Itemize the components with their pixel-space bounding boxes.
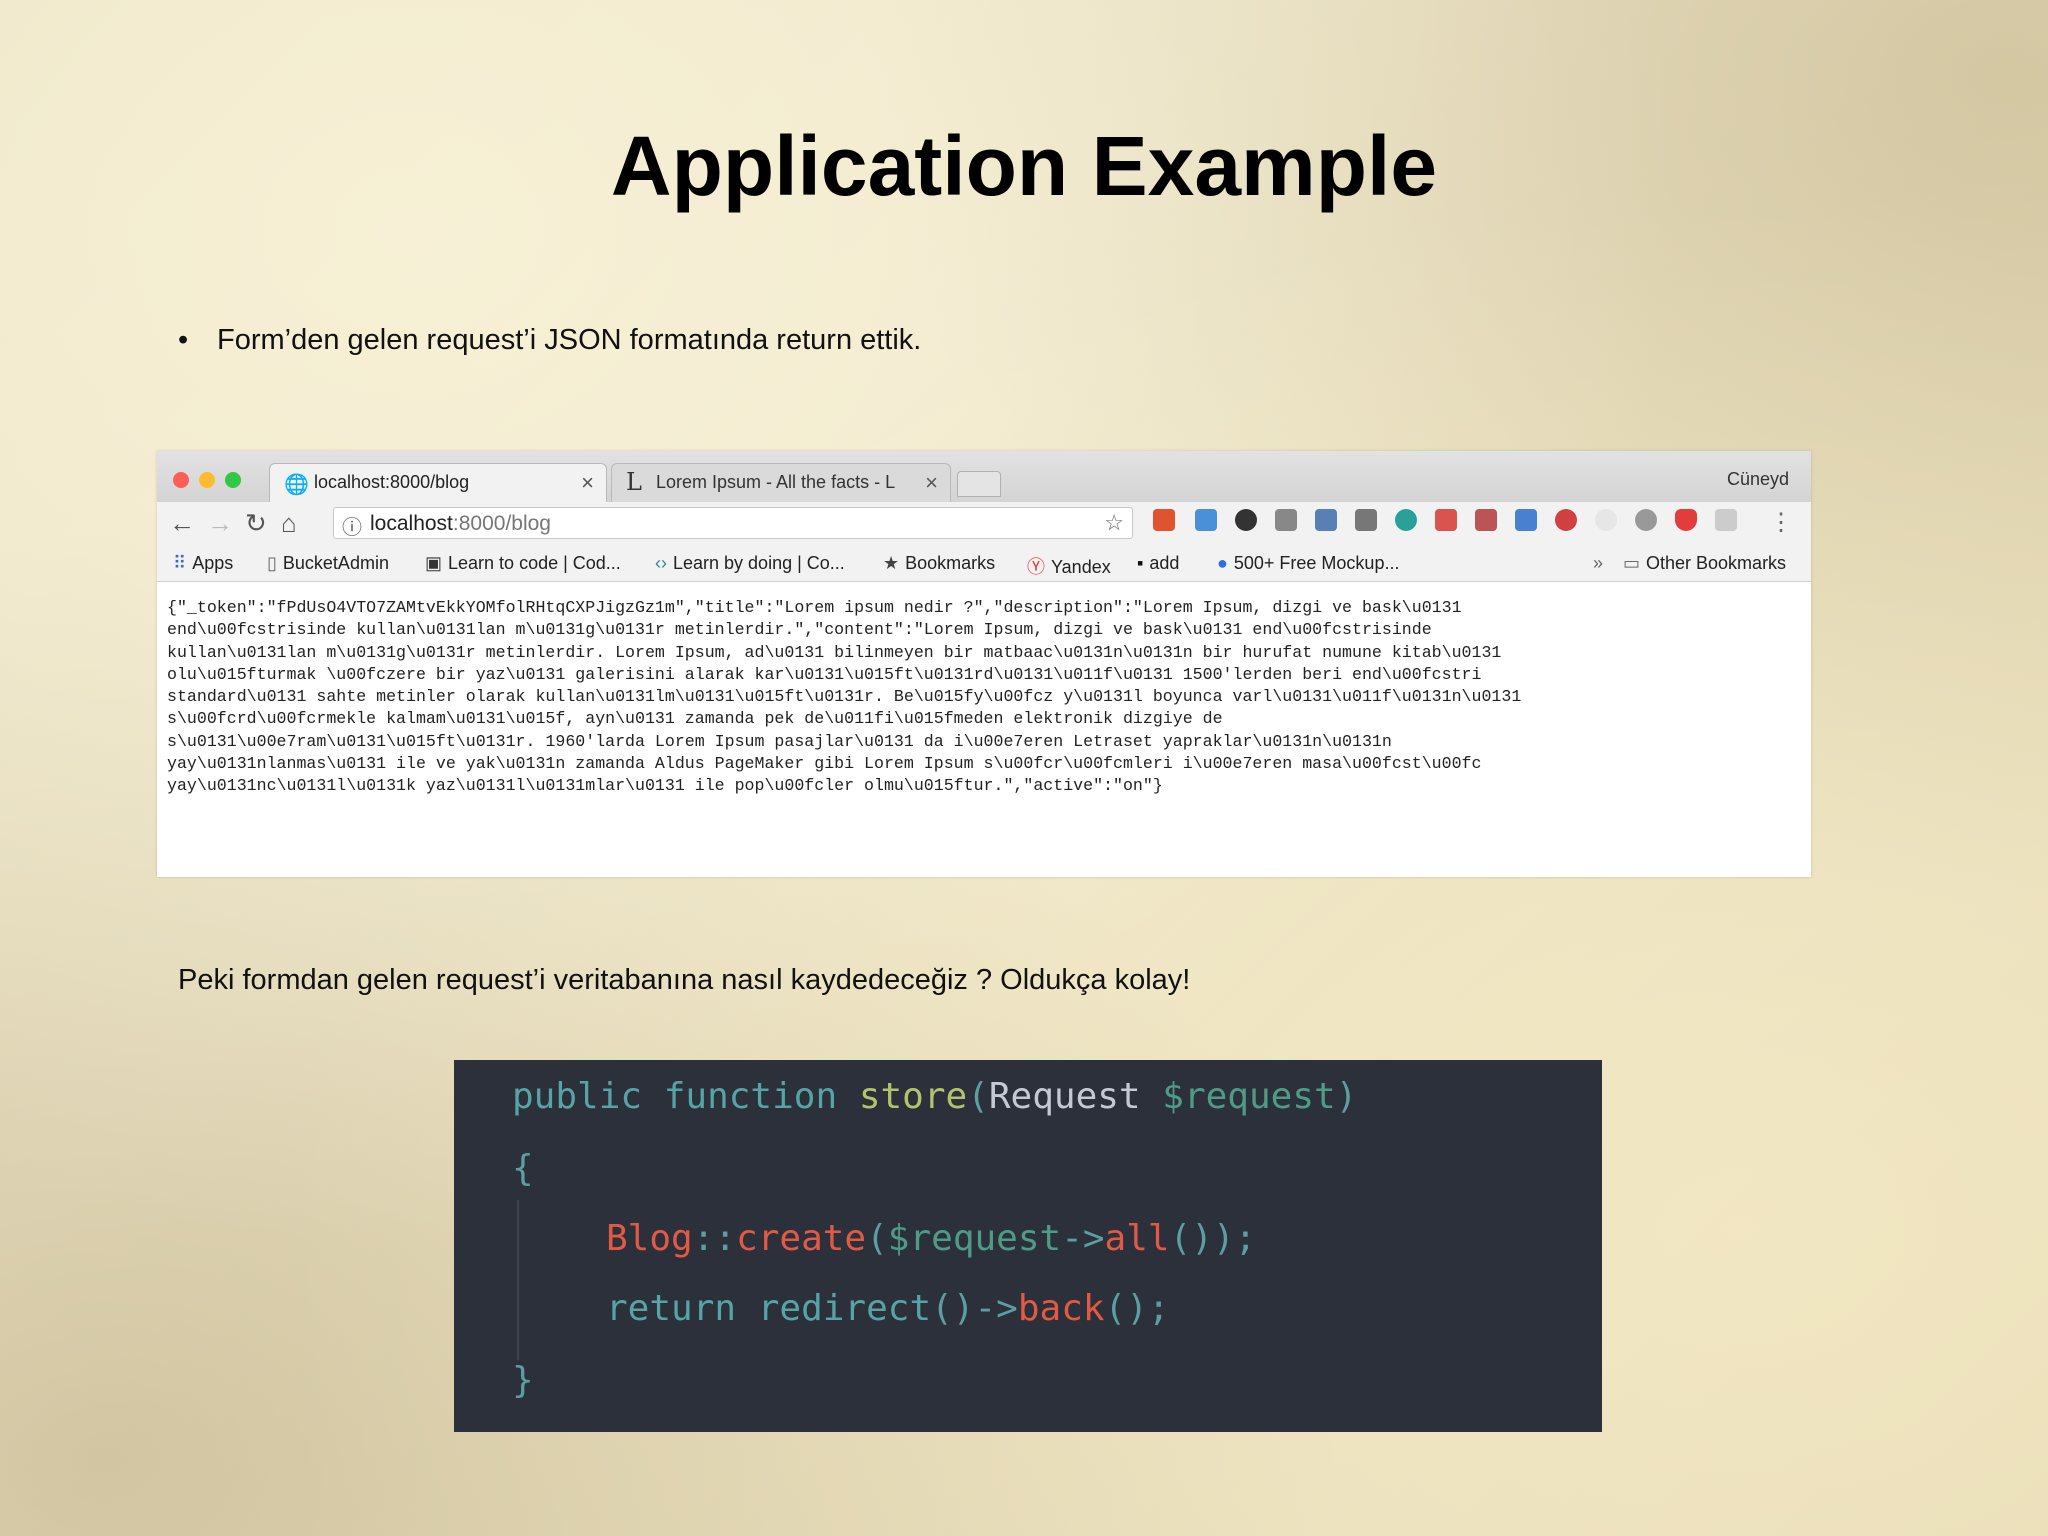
bookmark-learn-by-doing[interactable]: ‹› Learn by doing | Co...: [655, 553, 845, 574]
reload-icon[interactable]: ↻: [245, 508, 267, 539]
code-line: Blog::create($request->all());: [606, 1218, 1257, 1259]
extension-icon[interactable]: [1475, 509, 1497, 531]
folder-icon: ▭: [1623, 553, 1641, 573]
json-line: s\u0131\u00e7ram\u0131\u015ft\u0131r. 19…: [167, 731, 1392, 751]
json-line: s\u00fcrd\u00fcrmekle kalmam\u0131\u015f…: [167, 709, 1223, 729]
code-line: {: [512, 1148, 534, 1189]
bookmark-bucketadmin[interactable]: ▯ BucketAdmin: [267, 553, 389, 574]
bookmark-label: Learn by doing | Co...: [673, 553, 845, 573]
extension-icon[interactable]: [1395, 509, 1417, 531]
json-response: {"_token":"fPdUsO4VTO7ZAMtvEkkYOMfolRHtq…: [167, 597, 1803, 798]
question-text: Peki formdan gelen request’i veritabanın…: [178, 964, 1191, 996]
browser-screenshot: 🌐 localhost:8000/blog × L Lorem Ipsum - …: [157, 451, 1811, 877]
bookmark-learn-to-code[interactable]: ▣ Learn to code | Cod...: [425, 553, 621, 574]
json-line: end\u00fcstrisinde kullan\u0131lan m\u01…: [167, 620, 1432, 640]
url-path: :8000/blog: [452, 512, 551, 535]
address-url[interactable]: localhost:8000/blog: [370, 512, 551, 536]
json-line: standard\u0131 sahte metinler olarak kul…: [167, 687, 1522, 707]
tab-localhost-blog[interactable]: 🌐 localhost:8000/blog ×: [269, 463, 607, 502]
shield-extension-icon[interactable]: [1675, 509, 1697, 531]
add-bookmark-icon: ▪: [1137, 553, 1144, 573]
new-tab-button[interactable]: [957, 471, 1001, 497]
back-arrow-icon[interactable]: ←: [169, 508, 195, 539]
bookmark-yandex[interactable]: Ⓨ Yandex: [1027, 553, 1111, 579]
json-line: {"_token":"fPdUsO4VTO7ZAMtvEkkYOMfolRHtq…: [167, 598, 1462, 617]
bookmark-other[interactable]: ▭ Other Bookmarks: [1623, 553, 1786, 574]
bookmark-free-mockup[interactable]: ● 500+ Free Mockup...: [1217, 553, 1399, 574]
bullet-text: Form’den gelen request’i JSON formatında…: [217, 324, 922, 356]
bullet-dot: •: [178, 324, 189, 356]
minimize-window-button[interactable]: [199, 472, 215, 488]
bookmark-label: Bookmarks: [905, 553, 996, 573]
extension-icon[interactable]: [1715, 509, 1737, 531]
forward-arrow-icon[interactable]: →: [207, 508, 233, 539]
folder-extension-icon[interactable]: [1195, 509, 1217, 531]
extension-icon[interactable]: [1275, 509, 1297, 531]
profile-name[interactable]: Cüneyd: [1727, 469, 1789, 490]
codecademy-icon: ▣: [425, 553, 443, 573]
tab-close-icon[interactable]: ×: [925, 470, 938, 496]
menu-dots-icon[interactable]: ⋮: [1769, 508, 1793, 537]
extension-icon[interactable]: [1315, 509, 1337, 531]
page-icon: ▯: [267, 553, 277, 573]
code-line: public function store(Request $request): [512, 1076, 1358, 1117]
extension-icon[interactable]: [1595, 509, 1617, 531]
home-icon[interactable]: ⌂: [281, 508, 297, 539]
json-line: kullan\u0131lan m\u0131g\u0131r metinler…: [167, 642, 1502, 662]
tab-bar: 🌐 localhost:8000/blog × L Lorem Ipsum - …: [157, 451, 1811, 502]
bookmark-apps[interactable]: ⠿ Apps: [173, 553, 233, 574]
info-icon[interactable]: ⓘ: [342, 511, 362, 540]
lipsum-L-icon: L: [626, 468, 642, 496]
yandex-icon: Ⓨ: [1027, 557, 1045, 577]
tab-label: localhost:8000/blog: [314, 472, 470, 492]
tab-lorem-ipsum[interactable]: L Lorem Ipsum - All the facts - L ×: [611, 463, 951, 502]
translate-extension-icon[interactable]: [1515, 509, 1537, 531]
bookmark-label: Other Bookmarks: [1646, 553, 1787, 573]
slide-title: Application Example: [610, 119, 1438, 213]
address-bar[interactable]: ⓘ localhost:8000/blog ☆: [333, 507, 1133, 539]
star-icon: ★: [883, 553, 900, 573]
extension-icon[interactable]: [1435, 509, 1457, 531]
tab-close-icon[interactable]: ×: [581, 470, 594, 496]
indent-guide: [517, 1200, 519, 1360]
mockup-c-icon: ●: [1217, 553, 1228, 573]
code-line: }: [512, 1360, 534, 1401]
code-line: return redirect()->back();: [606, 1288, 1170, 1329]
bookmarks-overflow-icon[interactable]: »: [1593, 553, 1603, 574]
code-block: public function store(Request $request) …: [454, 1060, 1602, 1432]
apps-grid-icon: ⠿: [173, 553, 187, 573]
bookmark-label: add: [1149, 553, 1180, 573]
url-host: localhost: [370, 512, 453, 535]
json-line: yay\u0131nc\u0131l\u0131k yaz\u0131l\u01…: [167, 776, 1163, 796]
json-line: olu\u015fturmak \u00fczere bir yaz\u0131…: [167, 664, 1482, 684]
bookmark-star-icon[interactable]: ☆: [1104, 510, 1124, 536]
tab-label: Lorem Ipsum - All the facts - L: [656, 472, 896, 492]
close-window-button[interactable]: [173, 472, 189, 488]
maximize-window-button[interactable]: [225, 472, 241, 488]
bookmark-label: 500+ Free Mockup...: [1233, 553, 1400, 573]
code-brackets-icon: ‹›: [655, 553, 667, 573]
extension-icon[interactable]: [1555, 509, 1577, 531]
extension-icon[interactable]: [1235, 509, 1257, 531]
extension-icon[interactable]: [1355, 509, 1377, 531]
bookmark-add[interactable]: ▪ add: [1137, 553, 1179, 574]
bookmark-bookmarks[interactable]: ★ Bookmarks: [883, 553, 995, 574]
browser-toolbar: ← → ↻ ⌂ ⓘ localhost:8000/blog ☆ ⋮: [157, 502, 1811, 545]
globe-icon: 🌐: [284, 474, 309, 496]
json-line: yay\u0131nlanmas\u0131 ile ve yak\u0131n…: [167, 754, 1482, 774]
bookmark-label: BucketAdmin: [282, 553, 389, 573]
bookmark-label: Yandex: [1051, 557, 1111, 577]
bookmarks-bar: ⠿ Apps ▯ BucketAdmin ▣ Learn to code | Cod.…: [157, 545, 1811, 582]
bookmark-label: Learn to code | Cod...: [448, 553, 621, 573]
extension-icon[interactable]: [1153, 509, 1175, 531]
bookmark-label: Apps: [192, 553, 234, 573]
extension-icon[interactable]: [1635, 509, 1657, 531]
